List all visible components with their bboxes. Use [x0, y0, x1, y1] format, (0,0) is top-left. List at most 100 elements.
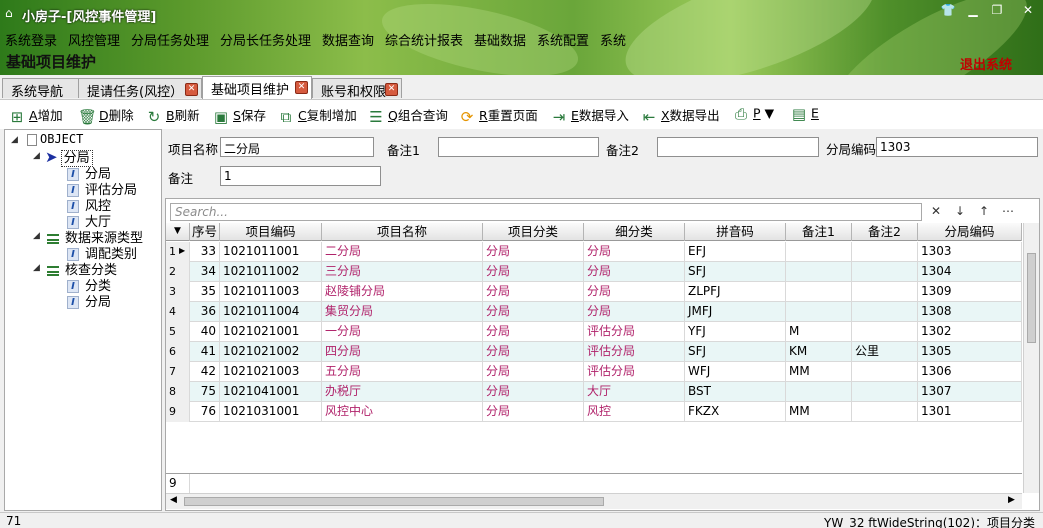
more-icon[interactable]: ⋯: [1002, 204, 1014, 218]
cell-cat: 分局: [483, 342, 584, 362]
menu-system-config[interactable]: 系统配置: [537, 30, 589, 49]
table-row[interactable]: 1 33 1021011001 二分局 分局 分局 EFJ 1303 ▶: [166, 242, 1022, 262]
menu-risk-control[interactable]: 风控管理: [68, 30, 120, 49]
category-tree: ◢ OBJECT ◢ ➤ 分局 I 分局 I 评估分局 I 风控 I 大厅 ◢ 数据来源类…: [4, 129, 162, 511]
cell-code: 1021021001: [220, 322, 322, 342]
close-button[interactable]: ✕: [1017, 3, 1039, 19]
column-header[interactable]: 细分类: [584, 223, 685, 241]
column-header[interactable]: 项目分类: [483, 223, 584, 241]
cell-seq: 36: [190, 302, 220, 322]
logout-button[interactable]: 退出系统: [960, 54, 1012, 73]
column-header[interactable]: 备注2: [852, 223, 918, 241]
cell-cat: 分局: [483, 322, 584, 342]
menu-reports[interactable]: 综合统计报表: [385, 30, 463, 49]
vertical-scrollbar[interactable]: [1023, 223, 1039, 493]
cell-cat: 分局: [483, 242, 584, 262]
home-icon: ⌂: [5, 6, 13, 20]
import-icon: ⇥: [552, 107, 566, 126]
tab-close-icon[interactable]: ✕: [185, 83, 198, 96]
column-header[interactable]: 分局编码: [918, 223, 1022, 241]
arrow-up-icon[interactable]: ↑: [979, 204, 989, 218]
column-header[interactable]: 序号: [190, 223, 220, 241]
cell-sub: 评估分局: [584, 362, 685, 382]
table-row[interactable]: 6 41 1021021002 四分局 分局 评估分局 SFJ KM 公里 1305: [166, 342, 1022, 362]
cell-rn: 1: [166, 242, 190, 262]
menu-data-query[interactable]: 数据查询: [322, 30, 374, 49]
collapse-icon[interactable]: ◢: [11, 135, 18, 145]
print-button[interactable]: ⎙ P ▼: [732, 105, 774, 125]
cell-rn: 9: [166, 402, 190, 422]
save-button[interactable]: ▣ S保存: [212, 105, 266, 126]
menu-director-tasks[interactable]: 分局长任务处理: [220, 30, 311, 49]
scroll-thumb[interactable]: [1027, 253, 1036, 343]
tab-close-icon[interactable]: ✕: [385, 83, 398, 96]
tab-request-tasks[interactable]: 提请任务(风控） ✕: [78, 78, 202, 100]
collapse-icon[interactable]: ◢: [33, 151, 40, 161]
tree-leaf[interactable]: I 分局: [67, 291, 111, 310]
current-row-icon: ▶: [179, 246, 186, 255]
name-field[interactable]: 二分局: [220, 137, 374, 157]
menu-system-login[interactable]: 系统登录: [5, 30, 57, 49]
cell-code: 1021021002: [220, 342, 322, 362]
scroll-thumb[interactable]: [184, 497, 604, 506]
cell-code: 1021021003: [220, 362, 322, 382]
cell-name: 五分局: [322, 362, 483, 382]
table-header: ▼ 序号 项目编码 项目名称 项目分类 细分类 拼音码 备注1 备注2 分局编码: [166, 223, 1022, 241]
scroll-right-icon[interactable]: ▶: [1008, 495, 1015, 505]
copy-add-button[interactable]: ⧉ C复制增加: [277, 105, 357, 126]
status-left: 71: [6, 514, 22, 528]
sort-indicator-icon: ▼: [166, 223, 190, 241]
restore-button[interactable]: ❐: [986, 3, 1008, 19]
cell-name: 二分局: [322, 242, 483, 262]
add-button[interactable]: ⊞ A增加: [8, 105, 63, 126]
cell-cat: 分局: [483, 402, 584, 422]
import-button[interactable]: ⇥ E数据导入: [550, 105, 629, 126]
delete-button[interactable]: 🗑 D删除: [78, 105, 134, 126]
table-row[interactable]: 4 36 1021011004 集贸分局 分局 分局 JMFJ 1308: [166, 302, 1022, 322]
table-row[interactable]: 2 34 1021011002 三分局 分局 分局 SFJ 1304: [166, 262, 1022, 282]
minimize-button[interactable]: ▁: [962, 3, 984, 19]
collapse-icon[interactable]: ◢: [33, 263, 40, 273]
tab-label: 系统导航: [11, 85, 64, 100]
tree-root[interactable]: OBJECT: [27, 132, 83, 146]
note1-field[interactable]: [438, 137, 599, 157]
cell-n2: [852, 362, 918, 382]
menu-branch-tasks[interactable]: 分局任务处理: [131, 30, 209, 49]
shirt-icon[interactable]: 👕: [937, 3, 959, 19]
cell-n2: [852, 322, 918, 342]
menu-base-data[interactable]: 基础数据: [474, 30, 526, 49]
column-header[interactable]: 拼音码: [685, 223, 786, 241]
cell-code: 1021011004: [220, 302, 322, 322]
tab-label: 提请任务(风控）: [87, 85, 184, 100]
query-button[interactable]: ☰ Q组合查询: [367, 105, 448, 126]
menu-system[interactable]: 系统: [600, 30, 626, 49]
table-row[interactable]: 8 75 1021041001 办税厅 分局 大厅 BST 1307: [166, 382, 1022, 402]
column-header[interactable]: 备注1: [786, 223, 852, 241]
refresh-button[interactable]: ↻ B刷新: [145, 105, 200, 126]
arrow-down-icon[interactable]: ↓: [955, 204, 965, 218]
tab-label: 账号和权限: [321, 85, 387, 100]
column-header[interactable]: 项目名称: [322, 223, 483, 241]
tab-base-project[interactable]: 基础项目维护 ✕: [202, 76, 312, 99]
table-row[interactable]: 5 40 1021021001 一分局 分局 评估分局 YFJ M 1302: [166, 322, 1022, 342]
scroll-left-icon[interactable]: ◀: [170, 495, 177, 505]
note2-field[interactable]: [657, 137, 819, 157]
horizontal-scrollbar[interactable]: ◀ ▶: [166, 493, 1022, 509]
column-header[interactable]: 项目编码: [220, 223, 322, 241]
table-row[interactable]: 3 35 1021011003 赵陵铺分局 分局 分局 ZLPFJ 1309: [166, 282, 1022, 302]
note-field[interactable]: 1: [220, 166, 381, 186]
excel-button[interactable]: ▤ E: [790, 105, 819, 125]
search-input[interactable]: Search...: [170, 203, 922, 221]
cell-name: 办税厅: [322, 382, 483, 402]
export-button[interactable]: ⇤ X数据导出: [640, 105, 720, 126]
clear-icon[interactable]: ✕: [931, 204, 941, 218]
branch-code-field[interactable]: 1303: [876, 137, 1038, 157]
collapse-icon[interactable]: ◢: [33, 231, 40, 241]
tab-accounts[interactable]: 账号和权限 ✕: [312, 78, 402, 100]
reset-button[interactable]: ⟳ R重置页面: [458, 105, 538, 126]
table-row[interactable]: 7 42 1021021003 五分局 分局 评估分局 WFJ MM 1306: [166, 362, 1022, 382]
tab-close-icon[interactable]: ✕: [295, 81, 308, 94]
table-row[interactable]: 9 76 1021031001 风控中心 分局 风控 FKZX MM 1301: [166, 402, 1022, 422]
cell-n1: [786, 282, 852, 302]
cell-bc: 1307: [918, 382, 1022, 402]
